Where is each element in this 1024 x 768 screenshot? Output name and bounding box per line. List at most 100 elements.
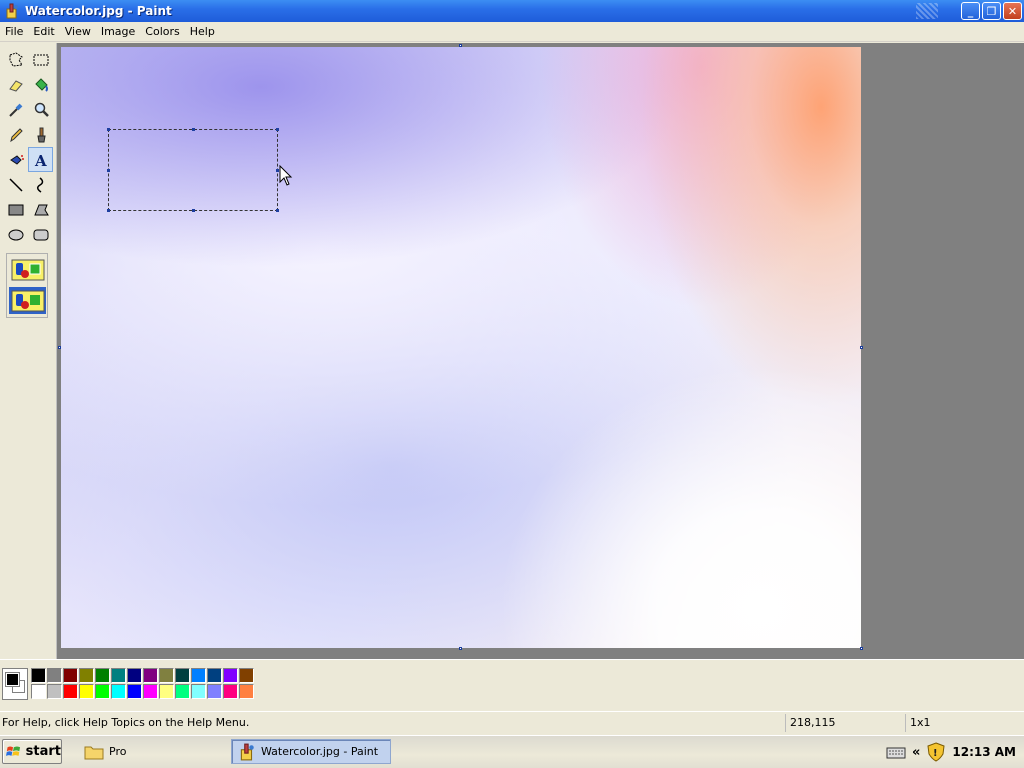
clock[interactable]: 12:13 AM	[952, 745, 1016, 759]
taskbar-item-label: Watercolor.jpg - Paint	[261, 745, 379, 758]
curve-icon	[36, 176, 43, 193]
paint-app-icon[interactable]	[4, 3, 20, 19]
menu-bar: File Edit View Image Colors Help	[0, 22, 1024, 42]
menu-view[interactable]: View	[60, 25, 96, 38]
palette-swatch[interactable]	[143, 684, 158, 699]
palette-swatch[interactable]	[47, 684, 62, 699]
mouse-cursor-icon	[279, 165, 293, 186]
current-colors[interactable]	[2, 668, 28, 700]
tool-brush[interactable]	[28, 122, 53, 147]
palette-swatch[interactable]	[31, 668, 46, 683]
tool-options	[6, 253, 48, 318]
toolbox: A	[0, 43, 57, 659]
palette-swatch[interactable]	[111, 668, 126, 683]
palette-swatch[interactable]	[47, 668, 62, 683]
tool-select[interactable]	[28, 47, 53, 72]
tool-magnifier[interactable]	[28, 97, 53, 122]
transparent-option-icon	[11, 290, 44, 311]
text-icon: A	[34, 152, 47, 169]
title-bar: Watercolor.jpg - Paint _ ❐ ✕	[0, 0, 1024, 22]
palette-swatch[interactable]	[95, 684, 110, 699]
start-button[interactable]: start	[2, 739, 62, 764]
taskbar-item-pro[interactable]: Pro	[78, 739, 218, 764]
canvas-resize-handle-right[interactable]	[860, 346, 863, 349]
canvas-resize-handle-bottom[interactable]	[459, 647, 462, 650]
palette-swatch[interactable]	[239, 668, 254, 683]
menu-help[interactable]: Help	[185, 25, 220, 38]
palette-swatch[interactable]	[127, 684, 142, 699]
tool-eraser[interactable]	[3, 72, 28, 97]
eraser-icon	[8, 79, 23, 92]
tool-airbrush[interactable]	[3, 147, 28, 172]
palette-swatch[interactable]	[207, 668, 222, 683]
folder-icon	[84, 746, 104, 759]
magnifier-icon	[34, 102, 49, 117]
tool-polygon[interactable]	[28, 197, 53, 222]
tool-text[interactable]: A	[28, 147, 53, 172]
menu-edit[interactable]: Edit	[28, 25, 59, 38]
tool-pick-color[interactable]	[3, 97, 28, 122]
palette-swatch[interactable]	[95, 668, 110, 683]
foreground-color[interactable]	[5, 672, 20, 687]
canvas-resize-handle-top[interactable]	[459, 44, 462, 47]
keyboard-icon[interactable]	[886, 744, 906, 760]
palette-swatch[interactable]	[111, 684, 126, 699]
tool-rounded-rect[interactable]	[28, 222, 53, 247]
text-selection-box[interactable]	[107, 128, 279, 212]
palette-swatch[interactable]	[31, 684, 46, 699]
brush-icon	[36, 127, 46, 142]
palette-swatch[interactable]	[127, 668, 142, 683]
transparent-background-option[interactable]	[9, 287, 46, 314]
palette-swatch[interactable]	[207, 684, 222, 699]
palette-swatch[interactable]	[175, 684, 190, 699]
palette-swatch[interactable]	[79, 668, 94, 683]
palette-swatch[interactable]	[159, 684, 174, 699]
tool-rectangle[interactable]	[3, 197, 28, 222]
palette-swatch[interactable]	[223, 684, 238, 699]
title-decoration	[916, 3, 938, 19]
opaque-background-option[interactable]	[9, 256, 46, 283]
palette-swatch[interactable]	[191, 684, 206, 699]
palette-swatch[interactable]	[175, 668, 190, 683]
status-bar: For Help, click Help Topics on the Help …	[0, 711, 1024, 733]
taskbar: start Pro Watercolor.jpg - Paint « ! 12:…	[0, 735, 1024, 768]
palette-swatch[interactable]	[239, 684, 254, 699]
status-coordinates: 218,115	[785, 714, 901, 732]
svg-text:!: !	[933, 748, 938, 759]
menu-image[interactable]: Image	[96, 25, 140, 38]
canvas-resize-handle-left[interactable]	[58, 346, 61, 349]
rectangle-icon	[8, 204, 23, 215]
opaque-option-icon	[11, 259, 44, 280]
status-selection-size: 1x1	[905, 714, 1023, 732]
color-palette	[31, 668, 255, 700]
drawing-canvas[interactable]	[61, 47, 861, 648]
restore-button[interactable]: ❐	[982, 2, 1001, 20]
tool-curve[interactable]	[28, 172, 53, 197]
palette-swatch[interactable]	[191, 668, 206, 683]
tool-pencil[interactable]	[3, 122, 28, 147]
tool-line[interactable]	[3, 172, 28, 197]
palette-swatch[interactable]	[63, 668, 78, 683]
menu-colors[interactable]: Colors	[140, 25, 184, 38]
windows-logo-icon	[6, 746, 21, 756]
palette-swatch[interactable]	[143, 668, 158, 683]
tool-free-form-select[interactable]	[3, 47, 28, 72]
tray-expand-chevron[interactable]: «	[912, 745, 920, 760]
palette-swatch[interactable]	[223, 668, 238, 683]
security-shield-icon[interactable]: !	[926, 742, 946, 762]
palette-swatch[interactable]	[63, 684, 78, 699]
close-button[interactable]: ✕	[1003, 2, 1022, 20]
tool-fill[interactable]	[28, 72, 53, 97]
fill-bucket-icon	[34, 77, 48, 92]
taskbar-item-paint[interactable]: Watercolor.jpg - Paint	[231, 739, 391, 764]
airbrush-icon	[9, 154, 24, 165]
ellipse-icon	[8, 229, 23, 240]
window-title: Watercolor.jpg - Paint	[25, 4, 172, 18]
menu-file[interactable]: File	[0, 25, 28, 38]
line-icon	[8, 177, 23, 192]
tool-ellipse[interactable]	[3, 222, 28, 247]
palette-swatch[interactable]	[79, 684, 94, 699]
canvas-resize-handle-corner[interactable]	[860, 647, 863, 650]
palette-swatch[interactable]	[159, 668, 174, 683]
minimize-button[interactable]: _	[961, 2, 980, 20]
